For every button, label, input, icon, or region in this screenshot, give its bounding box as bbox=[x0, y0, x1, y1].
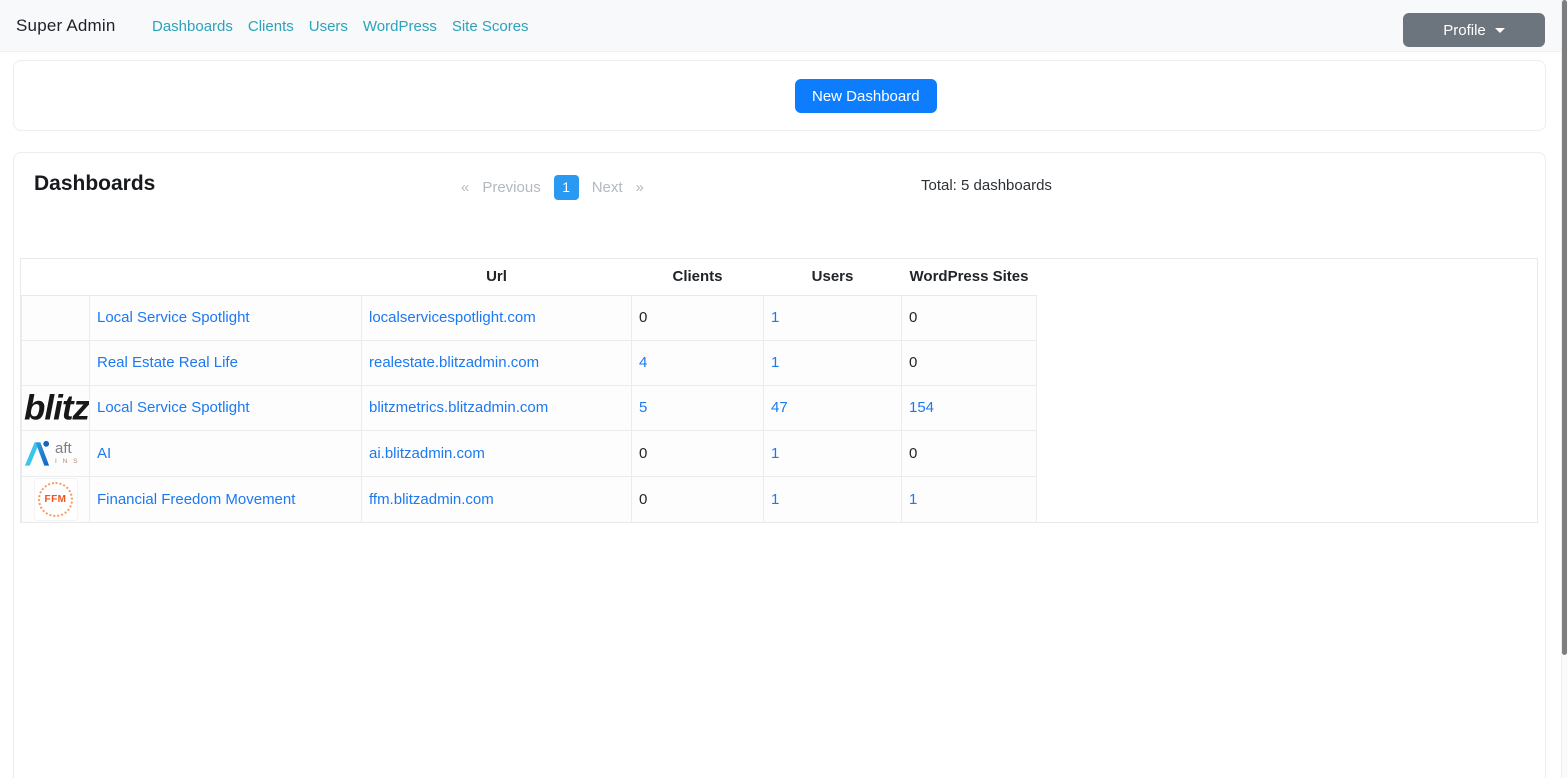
wordpress-sites-count-cell: 0 bbox=[901, 339, 1037, 386]
dashboard-url-link[interactable]: localservicespotlight.com bbox=[369, 309, 536, 326]
pagination-first[interactable]: « bbox=[461, 179, 469, 196]
pagination-current-page[interactable]: 1 bbox=[553, 174, 579, 200]
dashboard-url-link[interactable]: ffm.blitzadmin.com bbox=[369, 491, 494, 508]
users-count[interactable]: 1 bbox=[771, 445, 779, 462]
clients-count-cell: 4 bbox=[631, 339, 764, 386]
users-count-cell: 1 bbox=[763, 429, 902, 477]
dashboard-logo-cell bbox=[21, 294, 90, 341]
nav-item-dashboards[interactable]: Dashboards bbox=[152, 18, 233, 35]
users-count[interactable]: 1 bbox=[771, 309, 779, 326]
wordpress-sites-count-cell: 0 bbox=[901, 429, 1037, 477]
ai-logo-mark-icon bbox=[24, 440, 50, 466]
nav-item-site-scores[interactable]: Site Scores bbox=[452, 18, 529, 35]
top-navbar: Super Admin Dashboards Clients Users Wor… bbox=[0, 0, 1568, 52]
table-row: Real Estate Real Life realestate.blitzad… bbox=[21, 339, 1037, 386]
table-row: FFM Financial Freedom Movement ffm.blitz… bbox=[21, 475, 1037, 522]
ai-logo-text: aft I N S bbox=[55, 440, 80, 465]
wordpress-sites-count-cell: 1 bbox=[901, 475, 1037, 522]
chevron-down-icon bbox=[1494, 27, 1505, 33]
pagination: « Previous 1 Next » bbox=[461, 174, 644, 200]
dashboard-name-link[interactable]: AI bbox=[97, 445, 111, 462]
users-count[interactable]: 1 bbox=[771, 491, 779, 508]
clients-count-cell: 0 bbox=[631, 475, 764, 522]
dashboards-table-container: Url Clients Users WordPress Sites Local … bbox=[20, 258, 1538, 523]
new-dashboard-button[interactable]: New Dashboard bbox=[795, 79, 937, 113]
app-brand: Super Admin bbox=[16, 16, 116, 35]
new-dashboard-card: New Dashboard bbox=[13, 60, 1546, 131]
blitz-logo: blitz bbox=[24, 388, 89, 427]
pagination-next[interactable]: Next bbox=[592, 179, 623, 196]
wordpress-sites-count-cell: 0 bbox=[901, 294, 1037, 341]
wordpress-count[interactable]: 154 bbox=[909, 399, 934, 416]
users-count-cell: 1 bbox=[763, 339, 902, 386]
dashboards-table-body: Local Service Spotlight localservicespot… bbox=[21, 294, 1037, 522]
users-count-cell: 1 bbox=[763, 475, 902, 522]
dashboard-url-link[interactable]: blitzmetrics.blitzadmin.com bbox=[369, 399, 548, 416]
dashboard-name-link[interactable]: Financial Freedom Movement bbox=[97, 491, 295, 508]
users-count-cell: 1 bbox=[763, 294, 902, 341]
clients-count: 0 bbox=[639, 309, 648, 326]
wordpress-count: 0 bbox=[909, 444, 918, 462]
profile-dropdown-button[interactable]: Profile bbox=[1403, 13, 1545, 47]
dashboard-name-link[interactable]: Local Service Spotlight bbox=[97, 309, 250, 326]
scrollbar-track bbox=[1561, 0, 1568, 778]
dashboard-name-link[interactable]: Local Service Spotlight bbox=[97, 399, 250, 416]
header-wordpress-sites: WordPress Sites bbox=[901, 259, 1037, 296]
clients-count: 0 bbox=[639, 444, 648, 462]
wordpress-count: 0 bbox=[909, 309, 918, 326]
profile-button-label: Profile bbox=[1443, 21, 1486, 39]
users-count-cell: 47 bbox=[763, 384, 902, 431]
header-users: Users bbox=[763, 259, 902, 296]
dashboard-logo-cell: FFM bbox=[21, 475, 90, 522]
clients-count-cell: 5 bbox=[631, 384, 764, 431]
users-count[interactable]: 1 bbox=[771, 354, 779, 371]
table-row: Local Service Spotlight localservicespot… bbox=[21, 294, 1037, 341]
clients-count: 0 bbox=[639, 490, 648, 508]
dashboard-logo-cell: aft I N S bbox=[21, 429, 90, 477]
users-count[interactable]: 47 bbox=[771, 399, 788, 416]
nav-item-users[interactable]: Users bbox=[309, 18, 348, 35]
table-row: blitz Local Service Spotlight blitzmetri… bbox=[21, 384, 1037, 431]
page-title: Dashboards bbox=[34, 172, 156, 195]
header-url: Url bbox=[361, 259, 632, 296]
scrollbar-thumb[interactable] bbox=[1562, 0, 1567, 655]
dashboards-card: Dashboards « Previous 1 Next » Total: 5 … bbox=[13, 152, 1546, 778]
header-clients: Clients bbox=[631, 259, 764, 296]
dashboard-logo-cell: blitz bbox=[21, 384, 90, 431]
nav-item-clients[interactable]: Clients bbox=[248, 18, 294, 35]
ai-company-logo: aft I N S bbox=[23, 432, 88, 475]
header-logo bbox=[21, 259, 90, 296]
ffm-logo: FFM bbox=[33, 477, 78, 521]
table-header-row: Url Clients Users WordPress Sites bbox=[21, 259, 1037, 296]
dashboard-url-link[interactable]: realestate.blitzadmin.com bbox=[369, 354, 539, 371]
dashboards-table: Url Clients Users WordPress Sites Local … bbox=[21, 259, 1037, 522]
dashboard-name-link[interactable]: Real Estate Real Life bbox=[97, 354, 238, 371]
clients-count[interactable]: 4 bbox=[639, 354, 647, 371]
page: Super Admin Dashboards Clients Users Wor… bbox=[0, 0, 1568, 778]
header-name bbox=[89, 259, 362, 296]
total-dashboards-label: Total: 5 dashboards bbox=[921, 177, 1052, 194]
clients-count-cell: 0 bbox=[631, 294, 764, 341]
pagination-previous[interactable]: Previous bbox=[482, 179, 540, 196]
nav-item-wordpress[interactable]: WordPress bbox=[363, 18, 437, 35]
main-nav: Dashboards Clients Users WordPress Site … bbox=[152, 0, 529, 52]
wordpress-sites-count-cell: 154 bbox=[901, 384, 1037, 431]
clients-count[interactable]: 5 bbox=[639, 399, 647, 416]
wordpress-count[interactable]: 1 bbox=[909, 491, 917, 508]
pagination-last[interactable]: » bbox=[636, 179, 644, 196]
dashboard-logo-cell bbox=[21, 339, 90, 386]
table-row: aft I N S AI ai.blitzadmin.com 0 1 0 bbox=[21, 429, 1037, 477]
wordpress-count: 0 bbox=[909, 354, 918, 371]
dashboard-url-link[interactable]: ai.blitzadmin.com bbox=[369, 445, 485, 462]
clients-count-cell: 0 bbox=[631, 429, 764, 477]
